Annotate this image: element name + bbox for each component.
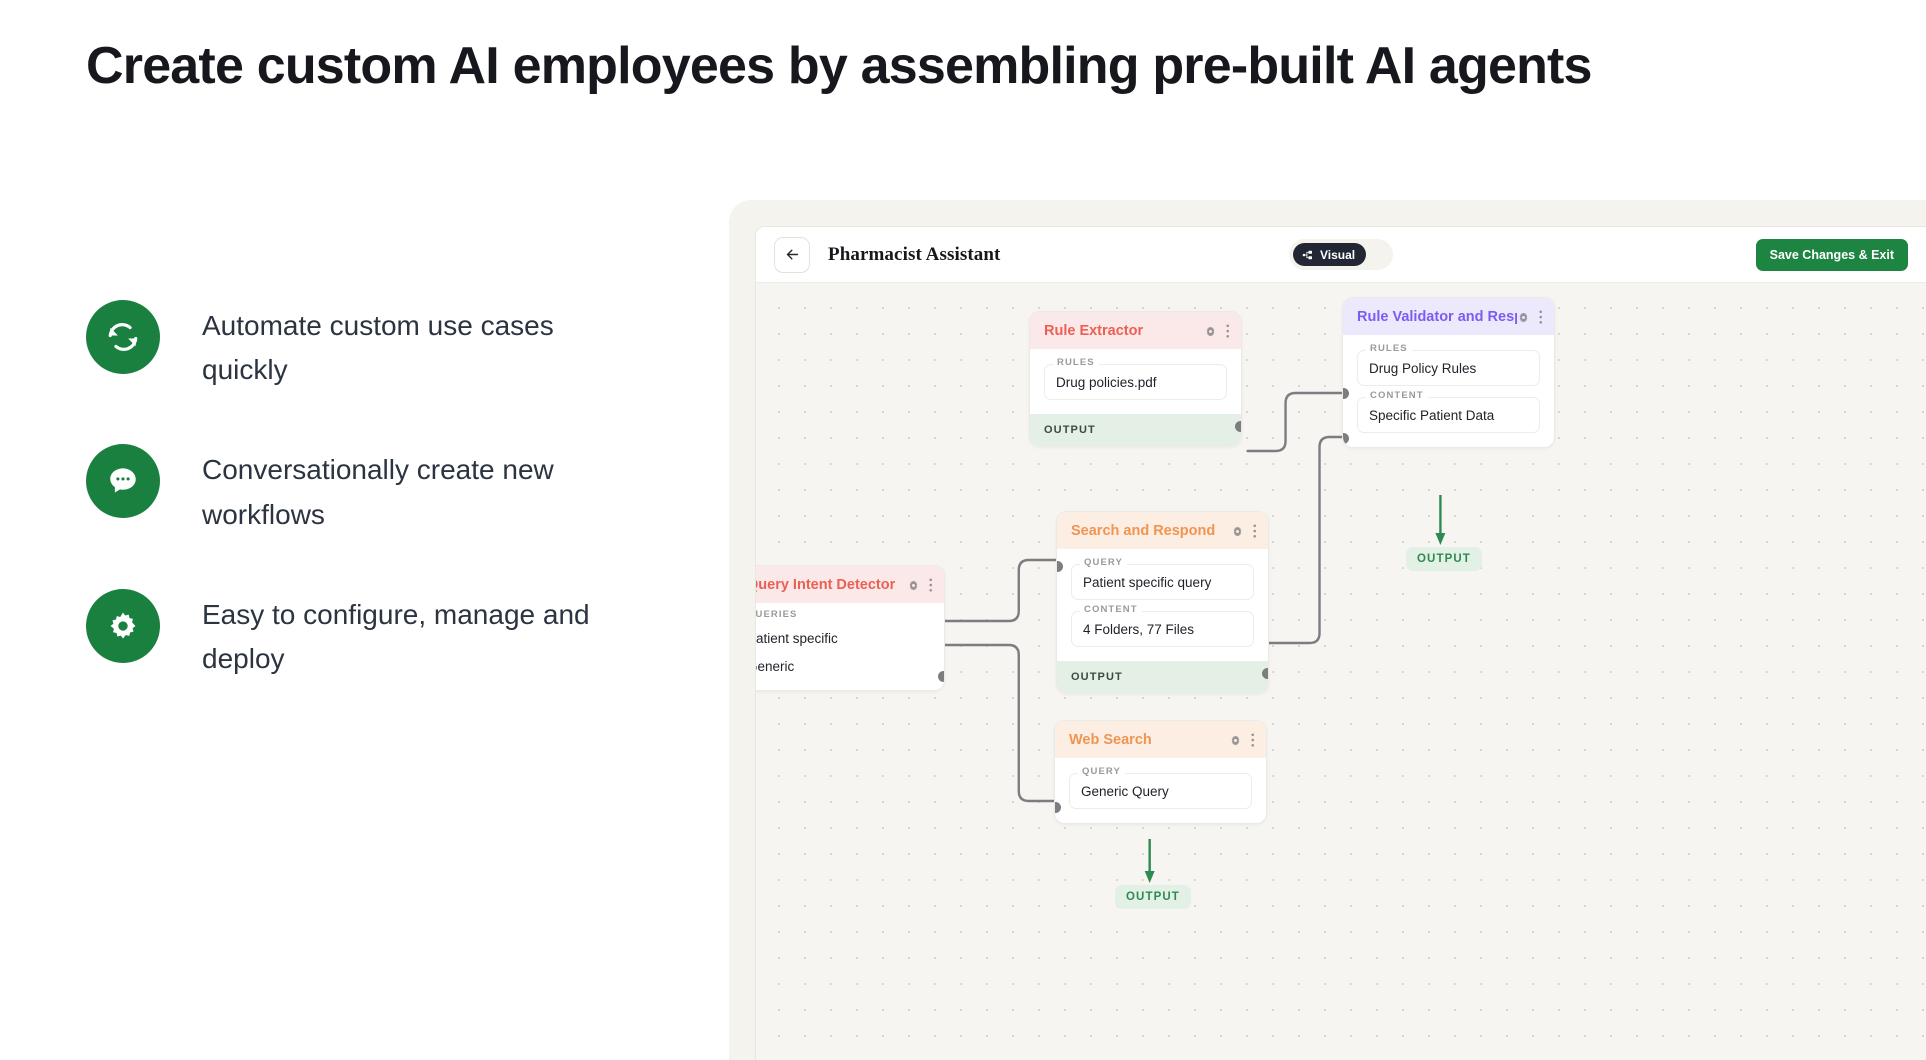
node-title: Search and Respond <box>1071 523 1216 539</box>
edge-extractor-to-validator <box>1246 391 1343 453</box>
save-changes-button[interactable]: Save Changes & Exit <box>1755 238 1908 271</box>
feature-item-configure: Easy to configure, manage and deploy <box>86 588 706 681</box>
node-search-and-respond[interactable]: Search and Respond QUERY Patient specifi… <box>1056 511 1269 694</box>
field-label: QUERY <box>1078 766 1125 777</box>
app-mock-frame: Pharmacist Assistant Visual Save Changes… <box>729 200 1926 1060</box>
node-field[interactable]: CONTENT Specific Patient Data <box>1357 390 1540 433</box>
feature-list: Automate custom use cases quickly Conver… <box>86 300 706 733</box>
node-output-row: OUTPUT <box>1030 414 1241 446</box>
node-output-row: OUTPUT <box>1057 661 1268 693</box>
node-body: QUERY Patient specific query CONTENT 4 F… <box>1057 549 1268 661</box>
node-web-search[interactable]: Web Search QUERY Generic Query <box>1054 720 1267 824</box>
node-header[interactable]: Query Intent Detector <box>756 566 944 603</box>
node-body: QUERY Generic Query <box>1055 758 1266 823</box>
node-query-intent-detector[interactable]: Query Intent Detector QUERIES <box>756 565 945 691</box>
gear-icon <box>86 588 160 663</box>
node-rule-validator[interactable]: Rule Validator and Respon... <box>1342 297 1555 448</box>
feature-label: Automate custom use cases quickly <box>202 310 554 386</box>
list-label: QUERIES <box>756 609 798 620</box>
node-header[interactable]: Web Search <box>1055 721 1266 758</box>
gear-icon[interactable] <box>1517 311 1530 324</box>
node-header[interactable]: Search and Respond <box>1057 512 1268 549</box>
output-port-patient-specific[interactable] <box>938 671 944 682</box>
node-field[interactable]: QUERY Patient specific query <box>1071 557 1254 600</box>
list-item[interactable]: Generic <box>756 659 930 674</box>
more-options-icon[interactable] <box>928 578 933 592</box>
node-body: RULES Drug policies.pdf <box>1030 349 1241 414</box>
gear-icon[interactable] <box>1231 525 1244 538</box>
workflow-canvas[interactable]: Rule Extractor RULES Drug policies.pdf O… <box>756 283 1926 1060</box>
field-value[interactable]: Drug Policy Rules <box>1357 350 1540 386</box>
node-header[interactable]: Rule Validator and Respon... <box>1343 298 1554 335</box>
arrow-left-icon <box>786 249 798 260</box>
node-title: Rule Extractor <box>1044 323 1144 339</box>
gear-icon[interactable] <box>1229 734 1242 747</box>
edge-intent-to-search <box>942 558 1057 623</box>
slide-root: Create custom AI employees by assembling… <box>0 0 1926 1060</box>
node-field[interactable]: RULES Drug Policy Rules <box>1357 343 1540 386</box>
node-title: Web Search <box>1069 732 1152 748</box>
output-chip-websearch: OUTPUT <box>1115 885 1191 909</box>
output-port[interactable] <box>1235 421 1241 432</box>
edge-intent-to-websearch <box>942 643 1059 803</box>
arrow-head-icon <box>1144 871 1155 883</box>
mode-toggle-visual[interactable]: Visual <box>1293 243 1367 266</box>
field-label: QUERY <box>1080 557 1127 568</box>
gear-icon[interactable] <box>907 579 920 592</box>
field-value[interactable]: Drug policies.pdf <box>1044 364 1227 400</box>
field-value[interactable]: Generic Query <box>1069 773 1252 809</box>
field-label: RULES <box>1053 357 1099 368</box>
node-body: QUERIES Patient specific Generic <box>756 603 944 690</box>
field-value[interactable]: Specific Patient Data <box>1357 397 1540 433</box>
back-button[interactable] <box>774 236 810 273</box>
feature-item-conversational: Conversationally create new workflows <box>86 444 706 536</box>
app-header: Pharmacist Assistant Visual Save Changes… <box>756 227 1926 283</box>
chat-bubble-icon <box>86 444 160 519</box>
refresh-icon <box>86 300 160 374</box>
more-options-icon[interactable] <box>1538 310 1543 324</box>
field-value[interactable]: 4 Folders, 77 Files <box>1071 611 1254 647</box>
node-title: Query Intent Detector <box>756 577 896 593</box>
feature-item-automate: Automate custom use cases quickly <box>86 300 706 392</box>
app-window: Pharmacist Assistant Visual Save Changes… <box>755 226 1926 1060</box>
arrow-head-icon <box>1435 533 1446 545</box>
node-field[interactable]: RULES Drug policies.pdf <box>1044 357 1227 400</box>
node-field[interactable]: QUERY Generic Query <box>1069 766 1252 809</box>
gear-icon[interactable] <box>1204 325 1217 338</box>
feature-label: Conversationally create new workflows <box>202 454 554 530</box>
field-label: CONTENT <box>1366 390 1428 401</box>
output-port[interactable] <box>1262 668 1268 679</box>
list-item[interactable]: Patient specific <box>756 631 930 646</box>
workflow-title: Pharmacist Assistant <box>828 243 1001 265</box>
field-label: RULES <box>1366 343 1412 354</box>
mode-toggle-label: Visual <box>1320 247 1356 262</box>
page-title: Create custom AI employees by assembling… <box>86 37 1592 95</box>
more-options-icon[interactable] <box>1250 733 1255 747</box>
more-options-icon[interactable] <box>1225 324 1230 338</box>
node-title: Rule Validator and Respon... <box>1357 309 1517 325</box>
node-header[interactable]: Rule Extractor <box>1030 312 1241 349</box>
feature-label: Easy to configure, manage and deploy <box>202 598 590 675</box>
field-label: CONTENT <box>1080 604 1142 615</box>
node-rule-extractor[interactable]: Rule Extractor RULES Drug policies.pdf O… <box>1029 311 1242 447</box>
mode-toggle[interactable]: Visual <box>1289 239 1393 270</box>
workflow-icon <box>1302 250 1312 259</box>
more-options-icon[interactable] <box>1252 524 1257 538</box>
node-field[interactable]: CONTENT 4 Folders, 77 Files <box>1071 604 1254 647</box>
field-value[interactable]: Patient specific query <box>1071 564 1254 600</box>
node-body: RULES Drug Policy Rules CONTENT Specific… <box>1343 335 1554 447</box>
output-chip-validator: OUTPUT <box>1406 547 1482 571</box>
